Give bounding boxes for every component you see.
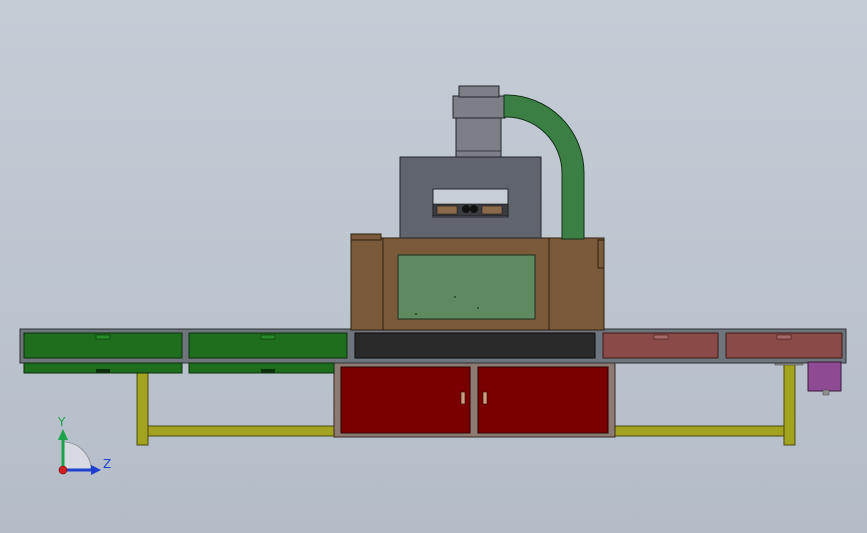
window-mark-2 xyxy=(477,307,479,309)
cabinet-door-left xyxy=(340,366,471,434)
cad-viewport[interactable]: Y Z xyxy=(0,0,867,533)
housing-right-tab xyxy=(597,239,605,269)
tray-green-2-handle xyxy=(260,334,276,340)
drive-motor xyxy=(807,361,842,392)
housing-left-cap xyxy=(350,233,382,241)
stack-collar xyxy=(452,95,506,119)
lamp-roller-1 xyxy=(462,205,470,213)
curing-housing xyxy=(350,233,605,331)
left-leg xyxy=(136,361,149,446)
triad-quarter-disc xyxy=(62,441,92,471)
left-crossbar xyxy=(147,425,335,437)
machine-drawing: Y Z xyxy=(19,85,847,475)
x-axis-dot xyxy=(58,465,68,475)
right-leg xyxy=(783,361,796,446)
lamp-block-left xyxy=(436,205,458,215)
y-axis-label: Y xyxy=(57,415,66,429)
lamp-hood xyxy=(399,156,542,239)
lamp-roller-2 xyxy=(470,205,478,213)
lamp-block-right xyxy=(481,205,503,215)
tray-green-2-lower-tab xyxy=(261,369,275,373)
drive-motor-mount xyxy=(822,389,830,396)
coordinate-triad: Y Z xyxy=(57,415,111,475)
window-mark-3 xyxy=(415,313,417,315)
door-handle-left xyxy=(460,391,466,405)
tray-rose-1-handle xyxy=(653,334,669,340)
cabinet-door-right xyxy=(477,366,609,434)
door-handle-right xyxy=(482,391,488,405)
tray-rose-2-handle xyxy=(776,334,792,340)
viewing-window xyxy=(397,254,536,320)
tray-green-1-lower-tab xyxy=(96,369,110,373)
window-mark-1 xyxy=(454,296,456,298)
stack-top xyxy=(458,85,500,98)
tray-green-1-handle xyxy=(95,334,111,340)
lower-cabinet xyxy=(333,361,616,438)
z-axis-arrowhead xyxy=(91,465,101,475)
right-crossbar xyxy=(613,425,785,437)
y-axis-arrowhead xyxy=(58,429,68,440)
z-axis-label: Z xyxy=(103,457,111,471)
tray-center-dark xyxy=(354,332,596,359)
exhaust-stack xyxy=(452,85,506,158)
